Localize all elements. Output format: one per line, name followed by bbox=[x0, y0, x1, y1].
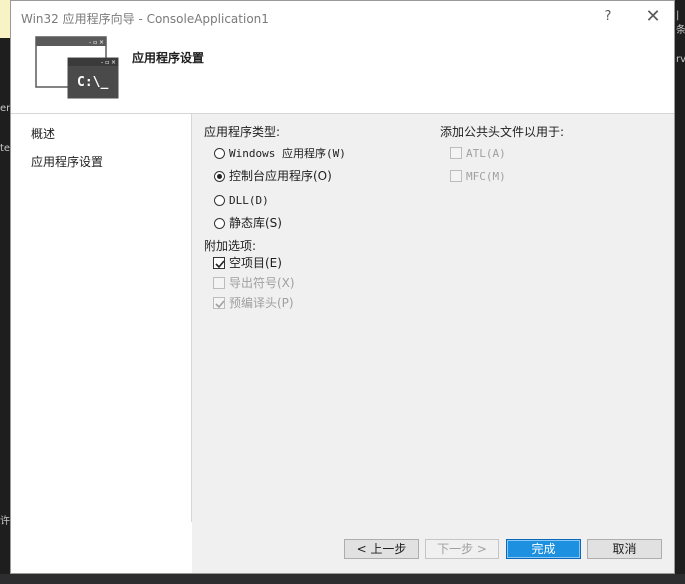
checkbox-atl bbox=[450, 147, 462, 159]
checkbox-mfc-label: MFC(M) bbox=[466, 170, 506, 183]
prev-button[interactable]: < 上一步 bbox=[344, 539, 419, 559]
console-icon-text: C:\_ bbox=[77, 75, 108, 90]
settings-panel: 应用程序类型: Windows 应用程序(W) 控制台应用程序(O) DLL(D… bbox=[192, 114, 674, 522]
window-title: Win32 应用程序向导 - ConsoleApplication1 bbox=[21, 12, 269, 26]
wizard-dialog: Win32 应用程序向导 - ConsoleApplication1 ? ✕ -… bbox=[10, 0, 675, 574]
background-fragment: rv bbox=[676, 54, 685, 65]
background-ide-left bbox=[0, 0, 10, 584]
svg-text:- ▫ ×: - ▫ × bbox=[101, 59, 116, 66]
radio-console-app-label[interactable]: 控制台应用程序(O) bbox=[229, 168, 332, 184]
page-title: 应用程序设置 bbox=[132, 51, 205, 65]
checkmark-icon bbox=[215, 300, 225, 309]
cancel-button[interactable]: 取消 bbox=[587, 539, 662, 559]
checkbox-empty-project-label[interactable]: 空项目(E) bbox=[229, 255, 282, 271]
checkmark-icon bbox=[215, 260, 225, 269]
wizard-nav: 概述 应用程序设置 bbox=[11, 114, 192, 522]
background-ide-right bbox=[675, 0, 685, 584]
radio-windows-app[interactable] bbox=[214, 148, 225, 159]
nav-item-app-settings[interactable]: 应用程序设置 bbox=[31, 153, 103, 170]
checkbox-atl-label: ATL(A) bbox=[466, 147, 506, 160]
finish-button[interactable]: 完成 bbox=[506, 539, 581, 559]
wizard-footer: < 上一步 下一步 > 完成 取消 bbox=[192, 522, 674, 573]
checkbox-export-symbols-label: 导出符号(X) bbox=[229, 276, 295, 290]
wizard-header: - ▫ × - ▫ × C:\_ 应用程序设置 bbox=[11, 33, 674, 114]
console-app-icon: - ▫ × - ▫ × C:\_ bbox=[35, 36, 119, 99]
radio-dll-label[interactable]: DLL(D) bbox=[229, 192, 269, 208]
background-fragment: |条 bbox=[676, 10, 685, 36]
checkbox-mfc bbox=[450, 170, 462, 182]
common-headers-heading: 添加公共头文件以用于: bbox=[440, 125, 565, 139]
background-ide-bottom bbox=[0, 574, 685, 584]
radio-static-lib[interactable] bbox=[214, 218, 225, 229]
checkbox-precompiled-header bbox=[213, 297, 225, 309]
radio-dll[interactable] bbox=[214, 195, 225, 206]
radio-static-lib-label[interactable]: 静态库(S) bbox=[229, 215, 282, 231]
close-button[interactable]: ✕ bbox=[641, 7, 665, 27]
nav-item-overview[interactable]: 概述 bbox=[31, 125, 55, 142]
checkbox-export-symbols bbox=[213, 277, 225, 289]
checkbox-precompiled-header-label: 预编译头(P) bbox=[229, 296, 294, 310]
svg-text:- ▫ ×: - ▫ × bbox=[89, 39, 104, 46]
background-fragment: te bbox=[0, 143, 11, 154]
extra-options-heading: 附加选项: bbox=[204, 239, 257, 253]
title-bar[interactable]: Win32 应用程序向导 - ConsoleApplication1 ? ✕ bbox=[11, 1, 674, 33]
radio-windows-app-label[interactable]: Windows 应用程序(W) bbox=[229, 145, 346, 161]
radio-console-app[interactable] bbox=[214, 171, 225, 182]
app-type-heading: 应用程序类型: bbox=[204, 125, 281, 139]
checkbox-empty-project[interactable] bbox=[213, 257, 225, 269]
background-editor-strip bbox=[0, 0, 10, 38]
next-button: 下一步 > bbox=[425, 539, 499, 559]
help-button[interactable]: ? bbox=[596, 7, 620, 27]
